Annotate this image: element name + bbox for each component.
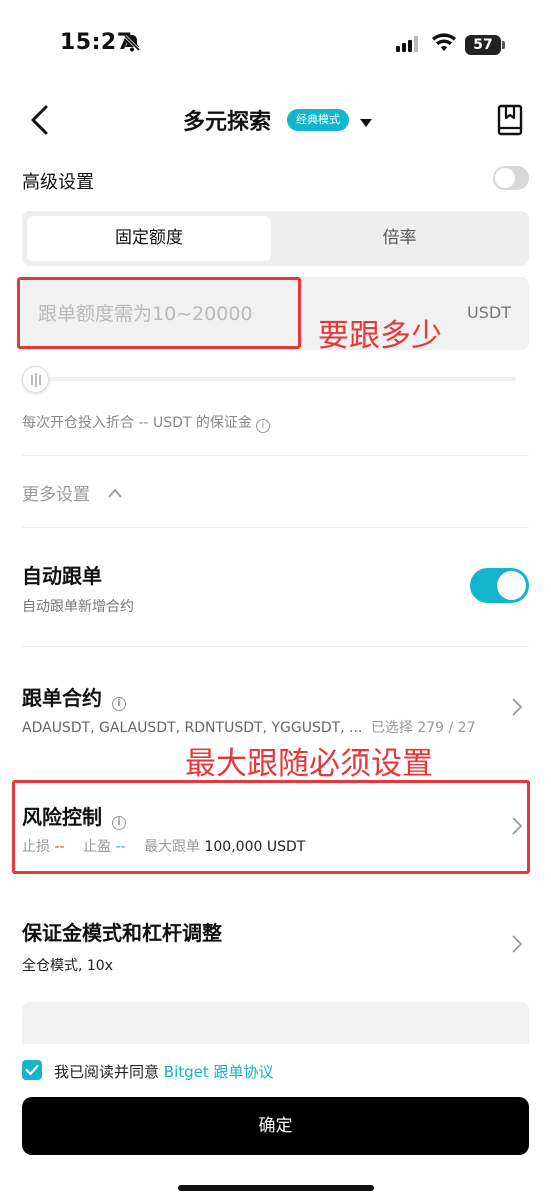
info-icon[interactable]: i (112, 697, 126, 711)
amount-slider-thumb[interactable] (22, 366, 49, 393)
advanced-settings-toggle[interactable] (493, 166, 529, 190)
risk-control-title-text: 风险控制 (22, 805, 102, 829)
agreement-text: 我已阅读并同意 Bitget 跟单协议 (54, 1061, 274, 1082)
amount-slider-track[interactable] (40, 377, 516, 381)
risk-control-title[interactable]: 风险控制 i (22, 801, 126, 830)
mode-badge[interactable]: 经典模式 (287, 109, 349, 131)
agreement-checkbox[interactable] (22, 1060, 42, 1080)
wifi-icon (431, 33, 457, 57)
checkmark-icon (25, 1064, 39, 1076)
signal-icon (396, 36, 422, 56)
bell-muted-icon (122, 33, 142, 57)
toggle-knob (497, 571, 526, 600)
bookmark-book-icon[interactable] (496, 104, 524, 140)
annotation-text-risk: 最大跟随必须设置 (185, 746, 433, 782)
amount-mode-tabs: 固定额度 倍率 (22, 211, 529, 266)
margin-mode-value: 全仓模式, 10x (22, 958, 113, 974)
auto-follow-title: 自动跟单 (22, 564, 102, 588)
contracts-list: ADAUSDT, GALAUSDT, RDNTUSDT, YGGUSDT, ..… (22, 720, 363, 736)
stop-loss-value: -- (54, 839, 65, 855)
max-follow-label: 最大跟单 (144, 839, 201, 855)
take-profit-label: 止盈 (83, 839, 112, 855)
divider (22, 527, 529, 528)
info-icon[interactable]: i (112, 816, 126, 830)
max-follow-value: 100,000 USDT (204, 839, 306, 855)
margin-info: 每次开仓投入折合 -- USDT 的保证金 i (22, 412, 270, 433)
page-title: 多元探索 (183, 110, 272, 135)
chevron-right-icon[interactable] (511, 934, 523, 958)
confirm-button[interactable]: 确定 (22, 1097, 529, 1155)
contracts-title[interactable]: 跟单合约 i (22, 682, 126, 711)
battery-tip (502, 41, 505, 49)
divider (22, 646, 529, 647)
tab-multiplier[interactable]: 倍率 (275, 216, 524, 261)
home-indicator (178, 1185, 374, 1191)
amount-unit: USDT (467, 303, 511, 322)
advanced-settings-label: 高级设置 (22, 172, 94, 193)
info-icon[interactable]: i (255, 419, 270, 433)
agreement-prefix: 我已阅读并同意 (54, 1063, 160, 1081)
content-card (22, 1002, 529, 1044)
contracts-selected: 已选择 279 / 27 (370, 720, 476, 736)
take-profit-value: -- (115, 839, 126, 855)
toggle-knob (495, 168, 515, 188)
stop-loss-label: 止损 (22, 839, 50, 855)
back-arrow-icon[interactable] (28, 104, 52, 140)
annotation-text-amount: 要跟多少 (318, 318, 442, 354)
contracts-summary[interactable]: ADAUSDT, GALAUSDT, RDNTUSDT, YGGUSDT, ..… (22, 717, 475, 737)
tab-fixed-amount[interactable]: 固定额度 (27, 216, 271, 261)
caret-down-icon[interactable] (360, 113, 372, 132)
chevron-right-icon[interactable] (511, 697, 523, 721)
chevron-up-icon[interactable] (107, 484, 123, 503)
agreement-link[interactable]: Bitget 跟单协议 (164, 1063, 274, 1081)
margin-info-text: 每次开仓投入折合 -- USDT 的保证金 (22, 415, 252, 431)
margin-mode-title[interactable]: 保证金模式和杠杆调整 (22, 917, 222, 946)
auto-follow-toggle[interactable] (470, 568, 529, 603)
divider (22, 455, 529, 456)
chevron-right-icon[interactable] (511, 816, 523, 840)
annotation-box-amount (17, 277, 301, 349)
battery-icon: 57 (465, 35, 501, 55)
risk-control-summary[interactable]: 止损 -- 止盈 -- 最大跟单 100,000 USDT (22, 836, 305, 856)
more-settings-toggle[interactable]: 更多设置 (22, 480, 90, 505)
auto-follow-subtitle: 自动跟单新增合约 (22, 599, 134, 615)
contracts-title-text: 跟单合约 (22, 686, 102, 710)
